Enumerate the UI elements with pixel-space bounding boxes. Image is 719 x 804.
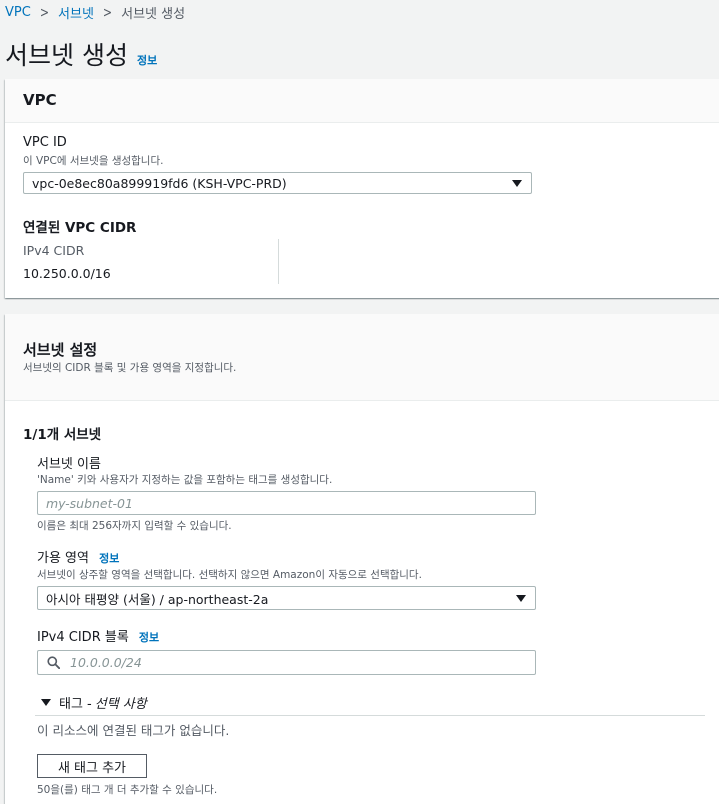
- az-label: 가용 영역: [37, 551, 89, 566]
- subnet-name-placeholder: my-subnet-01: [46, 495, 133, 511]
- subnet-settings-panel: 서브넷 설정 서브넷의 CIDR 블록 및 가용 영역을 지정합니다. 1/1개…: [5, 314, 719, 804]
- breadcrumb-current: 서브넷 생성: [121, 7, 186, 22]
- az-select[interactable]: 아시아 태평양 (서울) / ap-northeast-2a: [37, 586, 536, 610]
- chevron-right-icon: >: [39, 4, 50, 21]
- add-tag-button[interactable]: 새 태그 추가: [37, 754, 147, 778]
- caret-down-icon: [41, 699, 51, 706]
- cidr-info-link[interactable]: 정보: [139, 631, 159, 644]
- subnet-panel-header: 서브넷 설정 서브넷의 CIDR 블록 및 가용 영역을 지정합니다.: [5, 314, 719, 401]
- subnet-name-label: 서브넷 이름: [37, 457, 101, 472]
- caret-down-icon: [516, 595, 526, 602]
- az-selected-value: 아시아 태평양 (서울) / ap-northeast-2a: [46, 591, 269, 607]
- tags-empty-message: 이 리소스에 연결된 태그가 없습니다.: [37, 723, 230, 738]
- tags-limit-hint: 50을(를) 태그 개 더 추가할 수 있습니다.: [37, 784, 218, 796]
- page-header: 서브넷 생성 정보: [5, 36, 157, 72]
- breadcrumb-vpc-link[interactable]: VPC: [5, 5, 31, 20]
- subnet-name-input[interactable]: my-subnet-01: [37, 491, 536, 515]
- cidr-block-label: IPv4 CIDR 블록: [37, 630, 129, 645]
- ipv4-cidr-value: 10.250.0.0/16: [23, 266, 111, 281]
- az-label-row: 가용 영역 정보: [37, 547, 119, 566]
- page-title: 서브넷 생성: [5, 41, 128, 70]
- subnet-name-hint: 이름은 최대 256자까지 입력할 수 있습니다.: [37, 520, 232, 532]
- breadcrumb-subnet-link[interactable]: 서브넷: [58, 3, 94, 22]
- vpc-panel-title: VPC: [23, 91, 57, 109]
- page-info-link[interactable]: 정보: [137, 52, 157, 68]
- vpc-panel-header: VPC: [5, 79, 719, 123]
- az-info-link[interactable]: 정보: [99, 552, 119, 565]
- tags-optional-label: 선택 사항: [94, 697, 147, 712]
- subnet-panel-title: 서브넷 설정: [23, 341, 98, 359]
- cidr-label-row: IPv4 CIDR 블록 정보: [37, 626, 159, 645]
- caret-down-icon: [512, 180, 522, 187]
- vpc-cidr-heading: 연결된 VPC CIDR: [23, 220, 137, 236]
- search-icon: [47, 656, 60, 669]
- cidr-block-placeholder: 10.0.0.0/24: [70, 655, 142, 670]
- ipv4-cidr-label: IPv4 CIDR: [23, 243, 85, 258]
- tags-divider: [35, 715, 705, 716]
- vpc-panel: VPC VPC ID 이 VPC에 서브넷을 생성합니다. vpc-0e8ec8…: [5, 79, 719, 298]
- breadcrumb: VPC > 서브넷 > 서브넷 생성: [5, 3, 185, 22]
- vpc-id-selected-value: vpc-0e8ec80a899919fd6 (KSH-VPC-PRD): [32, 175, 287, 191]
- subnet-panel-description: 서브넷의 CIDR 블록 및 가용 영역을 지정합니다.: [23, 362, 237, 374]
- az-description: 서브넷이 상주할 영역을 선택합니다. 선택하지 않으면 Amazon이 자동으…: [37, 569, 422, 581]
- vpc-id-description: 이 VPC에 서브넷을 생성합니다.: [23, 155, 164, 167]
- tags-expander[interactable]: 태그 - 선택 사항: [41, 693, 147, 712]
- subnet-name-description: 'Name' 키와 사용자가 지정하는 값을 포함하는 태그를 생성합니다.: [37, 474, 333, 486]
- chevron-right-icon: >: [102, 4, 113, 21]
- column-divider: [278, 239, 279, 284]
- vpc-id-select[interactable]: vpc-0e8ec80a899919fd6 (KSH-VPC-PRD): [23, 172, 532, 194]
- tags-label: 태그 -: [59, 697, 92, 712]
- vpc-id-label: VPC ID: [23, 135, 67, 150]
- subnet-count-heading: 1/1개 서브넷: [23, 427, 102, 443]
- cidr-block-input[interactable]: 10.0.0.0/24: [37, 650, 536, 675]
